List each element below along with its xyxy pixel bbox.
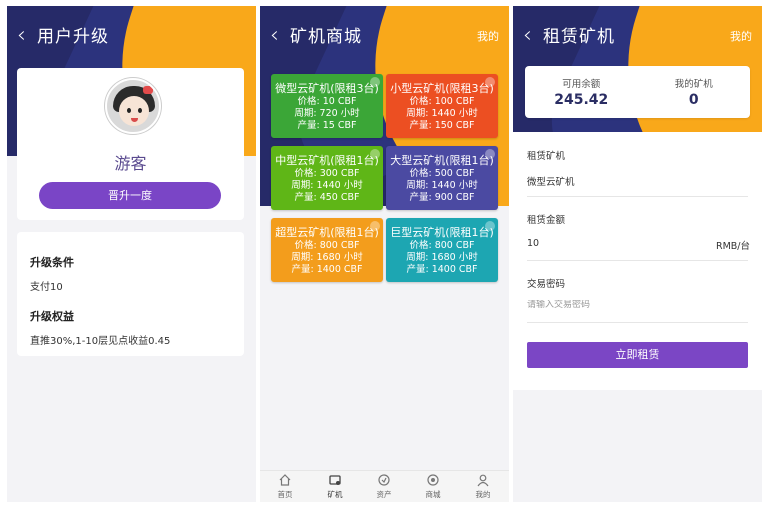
- my-miners-label: 我的矿机: [674, 79, 713, 90]
- tab-home[interactable]: 首页: [270, 473, 300, 500]
- machine-field-label: 租赁矿机: [527, 151, 566, 162]
- machine-period: 周期: 1680 小时: [406, 252, 478, 263]
- balance-value: 245.42: [554, 92, 609, 108]
- machine-name: 大型云矿机(限租1台): [390, 154, 494, 167]
- back-icon[interactable]: ‹: [270, 24, 279, 48]
- divider: [527, 196, 748, 197]
- machine-period: 周期: 1440 小时: [406, 108, 478, 119]
- password-field-label: 交易密码: [527, 279, 566, 290]
- profile-card: 游客 晋升一度: [17, 68, 244, 220]
- miner-shop-screen: ‹ 矿机商城 我的 微型云矿机(限租3台) 价格: 10 CBF 周期: 720…: [260, 6, 509, 502]
- tab-shop[interactable]: 商城: [418, 473, 448, 500]
- machine-output: 产量: 150 CBF: [409, 120, 475, 131]
- machine-name: 超型云矿机(限租1台): [275, 226, 379, 239]
- machine-price: 价格: 800 CBF: [409, 240, 475, 251]
- header-bar: ‹ 租赁矿机 我的: [513, 24, 762, 50]
- tab-label: 首页: [277, 490, 293, 499]
- machine-card-small[interactable]: 小型云矿机(限租3台) 价格: 100 CBF 周期: 1440 小时 产量: …: [386, 74, 498, 138]
- my-miners-value: 0: [688, 92, 699, 108]
- machine-period: 周期: 1440 小时: [406, 180, 478, 191]
- rent-now-button[interactable]: 立即租赁: [527, 342, 748, 368]
- upgrade-info-card: 升级条件 支付10 升级权益 直推30%,1-10层见点收益0.45: [17, 232, 244, 356]
- tab-label: 我的: [475, 490, 491, 499]
- mine-link[interactable]: 我的: [477, 28, 499, 44]
- balance-card: 可用余额 245.42 我的矿机 0: [525, 66, 750, 118]
- username: 游客: [114, 154, 147, 173]
- machine-period: 周期: 1680 小时: [291, 252, 363, 263]
- page-title: 矿机商城: [290, 27, 362, 47]
- machine-card-medium[interactable]: 中型云矿机(限租1台) 价格: 300 CBF 周期: 1440 小时 产量: …: [271, 146, 383, 210]
- user-icon: [477, 474, 489, 487]
- machine-name: 小型云矿机(限租3台): [390, 82, 494, 95]
- machine-output: 产量: 1400 CBF: [406, 264, 478, 275]
- machine-price: 价格: 300 CBF: [294, 168, 360, 179]
- machine-output: 产量: 450 CBF: [294, 192, 360, 203]
- machine-output: 产量: 900 CBF: [409, 192, 475, 203]
- miner-icon: [329, 475, 341, 485]
- benefit-heading: 升级权益: [30, 310, 74, 323]
- back-icon[interactable]: ‹: [17, 24, 26, 48]
- machine-name: 微型云矿机(限租3台): [275, 82, 379, 95]
- tab-mine[interactable]: 我的: [468, 473, 498, 500]
- page-title: 租赁矿机: [543, 27, 615, 47]
- avatar: [105, 78, 161, 134]
- benefit-value: 直推30%,1-10层见点收益0.45: [30, 336, 171, 347]
- bottom-tab-bar: 首页 矿机 资产 商城 我的: [260, 470, 509, 502]
- header-bar: ‹ 矿机商城 我的: [260, 24, 509, 50]
- machine-period: 周期: 1440 小时: [291, 180, 363, 191]
- machine-price: 价格: 500 CBF: [409, 168, 475, 179]
- condition-heading: 升级条件: [30, 256, 74, 269]
- shop-icon: [427, 474, 439, 486]
- mine-link[interactable]: 我的: [730, 28, 752, 44]
- machine-card-micro[interactable]: 微型云矿机(限租3台) 价格: 10 CBF 周期: 720 小时 产量: 15…: [271, 74, 383, 138]
- tab-label: 矿机: [327, 490, 343, 499]
- home-icon: [279, 474, 291, 486]
- tab-assets[interactable]: 资产: [369, 473, 399, 500]
- tab-miner[interactable]: 矿机: [320, 473, 350, 500]
- machine-name: 中型云矿机(限租1台): [275, 154, 379, 167]
- upgrade-button[interactable]: 晋升一度: [39, 182, 221, 209]
- machine-period: 周期: 720 小时: [294, 108, 360, 119]
- machine-card-giant[interactable]: 巨型云矿机(限租1台) 价格: 800 CBF 周期: 1680 小时 产量: …: [386, 218, 498, 282]
- machine-card-super[interactable]: 超型云矿机(限租1台) 价格: 800 CBF 周期: 1680 小时 产量: …: [271, 218, 383, 282]
- available-balance: 可用余额 245.42: [525, 76, 638, 108]
- machine-price: 价格: 100 CBF: [409, 96, 475, 107]
- condition-value: 支付10: [30, 282, 63, 293]
- balance-label: 可用余额: [562, 79, 601, 90]
- amount-unit: RMB/台: [715, 241, 750, 252]
- tab-label: 资产: [376, 490, 392, 499]
- machine-price: 价格: 800 CBF: [294, 240, 360, 251]
- user-upgrade-screen: ‹ 用户升级 游客 晋升一度 升级条件 支付10 升级权益 直推30%,1-10…: [7, 6, 256, 502]
- amount-field-label: 租赁金额: [527, 215, 566, 226]
- header-bar: ‹ 用户升级: [7, 24, 256, 50]
- machine-name: 巨型云矿机(限租1台): [390, 226, 494, 239]
- my-miners: 我的矿机 0: [638, 76, 751, 108]
- amount-field-value[interactable]: 10: [527, 238, 539, 249]
- machine-price: 价格: 10 CBF: [297, 96, 357, 107]
- tab-label: 商城: [425, 490, 441, 499]
- machine-field-value[interactable]: 微型云矿机: [527, 174, 575, 188]
- machine-output: 产量: 1400 CBF: [291, 264, 363, 275]
- rent-miner-screen: ‹ 租赁矿机 我的 可用余额 245.42 我的矿机 0 租赁矿机 微型云矿机 …: [513, 6, 762, 502]
- machine-card-large[interactable]: 大型云矿机(限租1台) 价格: 500 CBF 周期: 1440 小时 产量: …: [386, 146, 498, 210]
- divider: [527, 260, 748, 261]
- machine-output: 产量: 15 CBF: [297, 120, 357, 131]
- back-icon[interactable]: ‹: [523, 24, 532, 48]
- rent-form: 租赁矿机 微型云矿机 租赁金额 10 RMB/台 交易密码 立即租赁: [513, 132, 762, 390]
- divider: [527, 322, 748, 323]
- page-title: 用户升级: [37, 27, 109, 47]
- assets-icon: [378, 474, 390, 486]
- trade-password-input[interactable]: [527, 300, 727, 310]
